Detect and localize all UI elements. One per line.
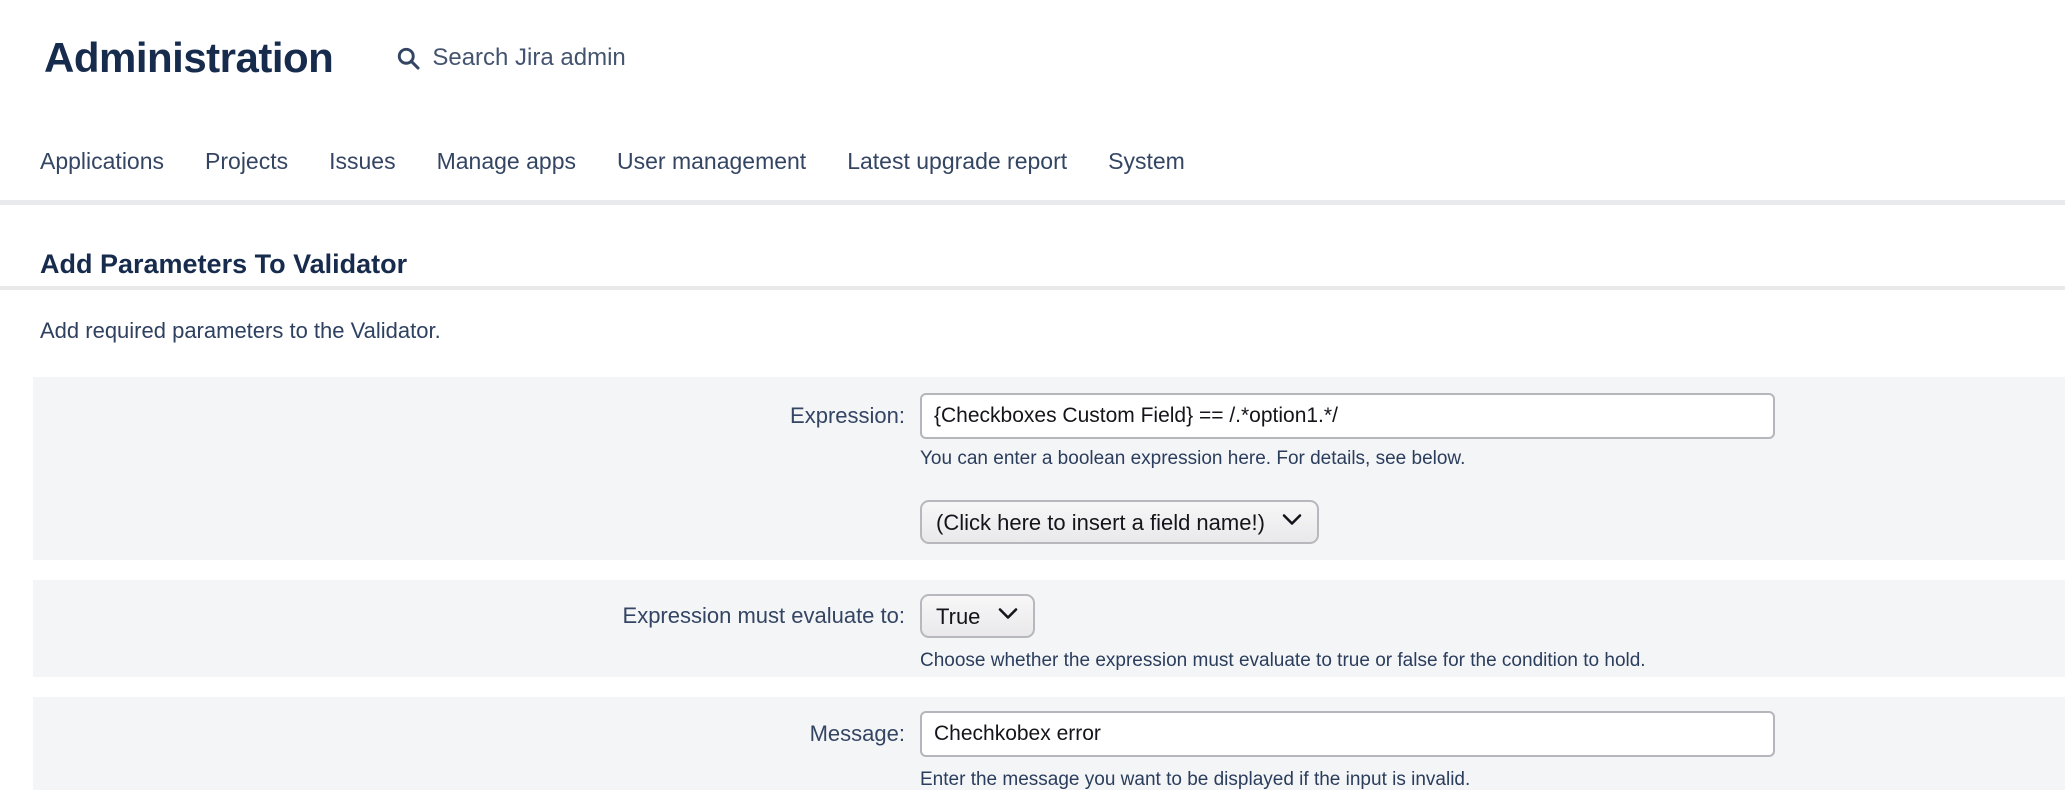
nav-item-applications[interactable]: Applications — [40, 148, 164, 175]
expression-label: Expression: — [33, 393, 905, 429]
section-heading: Add Parameters To Validator — [40, 249, 2065, 280]
section-heading-wrap: Add Parameters To Validator — [0, 249, 2065, 290]
nav-item-issues[interactable]: Issues — [329, 148, 395, 175]
nav-item-latest-upgrade-report[interactable]: Latest upgrade report — [847, 148, 1067, 175]
nav-item-manage-apps[interactable]: Manage apps — [437, 148, 576, 175]
evaluate-to-label: Expression must evaluate to: — [33, 594, 905, 629]
evaluate-to-help-text: Choose whether the expression must evalu… — [920, 650, 2065, 672]
expression-input[interactable] — [920, 393, 1775, 439]
admin-nav: Applications Projects Issues Manage apps… — [0, 82, 2065, 205]
message-label: Message: — [33, 711, 905, 747]
page-header: Administration — [0, 0, 2065, 82]
evaluate-to-select[interactable]: True — [920, 594, 1035, 638]
search-icon — [395, 45, 422, 72]
message-help-text: Enter the message you want to be display… — [920, 769, 2065, 790]
form-row-expression: Expression: You can enter a boolean expr… — [33, 377, 2065, 560]
validator-form: Expression: You can enter a boolean expr… — [0, 377, 2065, 790]
field-picker-select[interactable]: (Click here to insert a field name!) — [920, 500, 1319, 544]
nav-item-projects[interactable]: Projects — [205, 148, 288, 175]
admin-search[interactable] — [395, 44, 712, 72]
search-input[interactable] — [432, 44, 712, 72]
form-row-message: Message: Enter the message you want to b… — [33, 697, 2065, 790]
section-description: Add required parameters to the Validator… — [0, 290, 2065, 344]
form-row-evaluate-to: Expression must evaluate to: True Choose… — [33, 580, 2065, 677]
nav-item-system[interactable]: System — [1108, 148, 1185, 175]
page-title: Administration — [44, 34, 333, 82]
nav-item-user-management[interactable]: User management — [617, 148, 806, 175]
main-content: Add Parameters To Validator Add required… — [0, 249, 2065, 790]
expression-help-text: You can enter a boolean expression here.… — [920, 448, 2065, 470]
message-input[interactable] — [920, 711, 1775, 757]
